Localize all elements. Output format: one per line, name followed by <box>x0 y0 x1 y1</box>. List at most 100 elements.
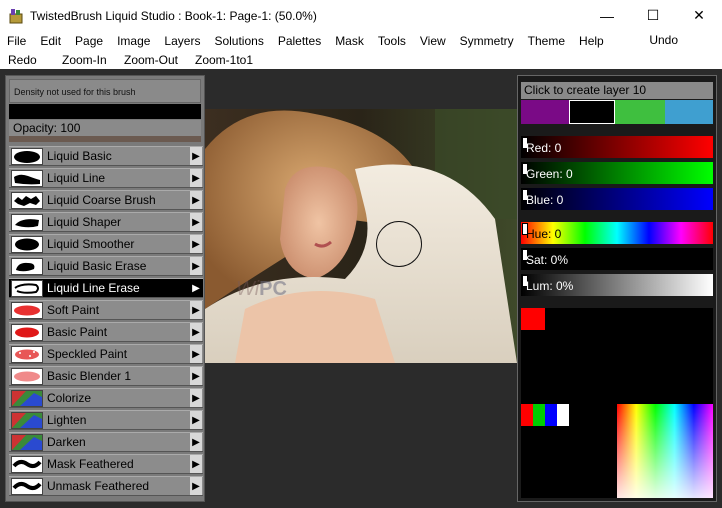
zoom-out-button[interactable]: Zoom-Out <box>124 53 178 67</box>
menu-image[interactable]: Image <box>110 34 157 48</box>
brush-thumb-icon <box>11 345 43 363</box>
brush-item-basic-paint[interactable]: Basic Paint ▶ <box>9 322 203 342</box>
window-title: TwistedBrush Liquid Studio : Book-1: Pag… <box>30 8 317 23</box>
brush-item-soft-paint[interactable]: Soft Paint ▶ <box>9 300 203 320</box>
chevron-right-icon[interactable]: ▶ <box>190 147 202 165</box>
opacity-slider[interactable]: Opacity: 100 <box>9 120 201 136</box>
chevron-right-icon[interactable]: ▶ <box>190 455 202 473</box>
color-picker-field[interactable] <box>617 404 713 498</box>
brush-cursor-icon <box>376 221 422 267</box>
menu-mask[interactable]: Mask <box>328 34 371 48</box>
brush-item-liquid-basic-erase[interactable]: Liquid Basic Erase ▶ <box>9 256 203 276</box>
brush-item-liquid-smoother[interactable]: Liquid Smoother ▶ <box>9 234 203 254</box>
canvas-photo <box>205 109 517 363</box>
density-label[interactable]: Density not used for this brush <box>9 79 201 103</box>
chevron-right-icon[interactable]: ▶ <box>190 191 202 209</box>
red-label: Red: 0 <box>526 141 562 155</box>
menu-help[interactable]: Help <box>572 34 611 48</box>
menu-edit[interactable]: Edit <box>33 34 68 48</box>
chevron-right-icon[interactable]: ▶ <box>190 323 202 341</box>
palette-swatch-white[interactable] <box>557 404 569 426</box>
sat-slider[interactable]: Sat: 0% <box>521 248 713 270</box>
chevron-right-icon[interactable]: ▶ <box>190 301 202 319</box>
hue-slider[interactable]: Hue: 0 <box>521 222 713 244</box>
maximize-button[interactable]: ☐ <box>630 0 676 31</box>
lum-slider[interactable]: Lum: 0% <box>521 274 713 296</box>
chevron-right-icon[interactable]: ▶ <box>190 433 202 451</box>
blue-slider[interactable]: Blue: 0 <box>521 188 713 210</box>
brush-item-basic-blender-1[interactable]: Basic Blender 1 ▶ <box>9 366 203 386</box>
red-slider[interactable]: Red: 0 <box>521 136 713 158</box>
menu-palettes[interactable]: Palettes <box>271 34 328 48</box>
opacity-preview <box>9 136 201 142</box>
brush-item-mask-feathered[interactable]: Mask Feathered ▶ <box>9 454 203 474</box>
menu-file[interactable]: File <box>0 34 33 48</box>
menu-theme[interactable]: Theme <box>521 34 572 48</box>
brush-item-liquid-shaper[interactable]: Liquid Shaper ▶ <box>9 212 203 232</box>
swatch-purple[interactable] <box>521 100 569 124</box>
palette-swatch-green[interactable] <box>533 404 545 426</box>
minimize-button[interactable]: — <box>584 0 630 31</box>
chevron-right-icon[interactable]: ▶ <box>190 477 202 495</box>
redo-button[interactable]: Redo <box>8 53 37 67</box>
brush-thumb-icon <box>11 433 43 451</box>
watermark: WiPC <box>236 278 287 300</box>
brush-item-colorize[interactable]: Colorize ▶ <box>9 388 203 408</box>
chevron-right-icon[interactable]: ▶ <box>190 367 202 385</box>
green-slider[interactable]: Green: 0 <box>521 162 713 184</box>
chevron-right-icon[interactable]: ▶ <box>190 213 202 231</box>
brush-list: Liquid Basic ▶ Liquid Line ▶ Liquid Coar… <box>9 146 203 498</box>
brush-thumb-icon <box>11 477 43 495</box>
brush-item-liquid-line[interactable]: Liquid Line ▶ <box>9 168 203 188</box>
brush-item-darken[interactable]: Darken ▶ <box>9 432 203 452</box>
chevron-right-icon[interactable]: ▶ <box>190 257 202 275</box>
create-layer-label[interactable]: Click to create layer 10 <box>521 82 713 99</box>
menu-view[interactable]: View <box>413 34 453 48</box>
brush-label: Liquid Line Erase <box>47 281 140 295</box>
brush-item-liquid-coarse-brush[interactable]: Liquid Coarse Brush ▶ <box>9 190 203 210</box>
close-button[interactable]: ✕ <box>676 0 722 31</box>
brush-thumb-icon <box>11 411 43 429</box>
brush-item-speckled-paint[interactable]: Speckled Paint ▶ <box>9 344 203 364</box>
title-bar: TwistedBrush Liquid Studio : Book-1: Pag… <box>0 0 722 31</box>
brush-thumb-icon <box>11 279 43 297</box>
app-icon <box>8 8 24 24</box>
green-label: Green: 0 <box>526 167 573 181</box>
menu-bar: File Edit Page Image Layers Solutions Pa… <box>0 31 722 50</box>
swatch-blue[interactable] <box>665 100 713 124</box>
swatch-green[interactable] <box>615 100 665 124</box>
swatch-black[interactable] <box>569 100 615 124</box>
chevron-right-icon[interactable]: ▶ <box>190 411 202 429</box>
brush-label: Lighten <box>47 413 87 427</box>
minimize-icon: — <box>600 7 614 24</box>
brush-panel: Density not used for this brush Opacity:… <box>5 75 205 502</box>
chevron-right-icon[interactable]: ▶ <box>190 389 202 407</box>
brush-item-liquid-basic[interactable]: Liquid Basic ▶ <box>9 146 203 166</box>
chevron-right-icon[interactable]: ▶ <box>190 345 202 363</box>
brush-label: Liquid Basic <box>47 149 112 163</box>
brush-item-lighten[interactable]: Lighten ▶ <box>9 410 203 430</box>
menu-symmetry[interactable]: Symmetry <box>453 34 521 48</box>
chevron-right-icon[interactable]: ▶ <box>190 169 202 187</box>
brush-item-liquid-line-erase[interactable]: Liquid Line Erase ▶ <box>9 278 203 298</box>
chevron-right-icon[interactable]: ▶ <box>190 235 202 253</box>
brush-label: Liquid Line <box>47 171 106 185</box>
menu-tools[interactable]: Tools <box>371 34 413 48</box>
drawing-canvas[interactable] <box>205 109 517 363</box>
undo-button[interactable]: Undo <box>649 33 678 47</box>
sat-label: Sat: 0% <box>526 253 569 267</box>
palette-swatch-red-2[interactable] <box>521 404 533 426</box>
palette-swatch-red[interactable] <box>521 308 545 330</box>
palette-swatch-blue[interactable] <box>545 404 557 426</box>
zoom-1to1-button[interactable]: Zoom-1to1 <box>195 53 253 67</box>
chevron-right-icon[interactable]: ▶ <box>190 279 202 297</box>
color-palette[interactable] <box>521 308 713 498</box>
brush-label: Mask Feathered <box>47 457 134 471</box>
brush-size-bar[interactable] <box>9 104 201 119</box>
menu-page[interactable]: Page <box>68 34 110 48</box>
zoom-in-button[interactable]: Zoom-In <box>62 53 107 67</box>
brush-thumb-icon <box>11 367 43 385</box>
menu-layers[interactable]: Layers <box>157 34 207 48</box>
brush-item-unmask-feathered[interactable]: Unmask Feathered ▶ <box>9 476 203 496</box>
menu-solutions[interactable]: Solutions <box>207 34 270 48</box>
